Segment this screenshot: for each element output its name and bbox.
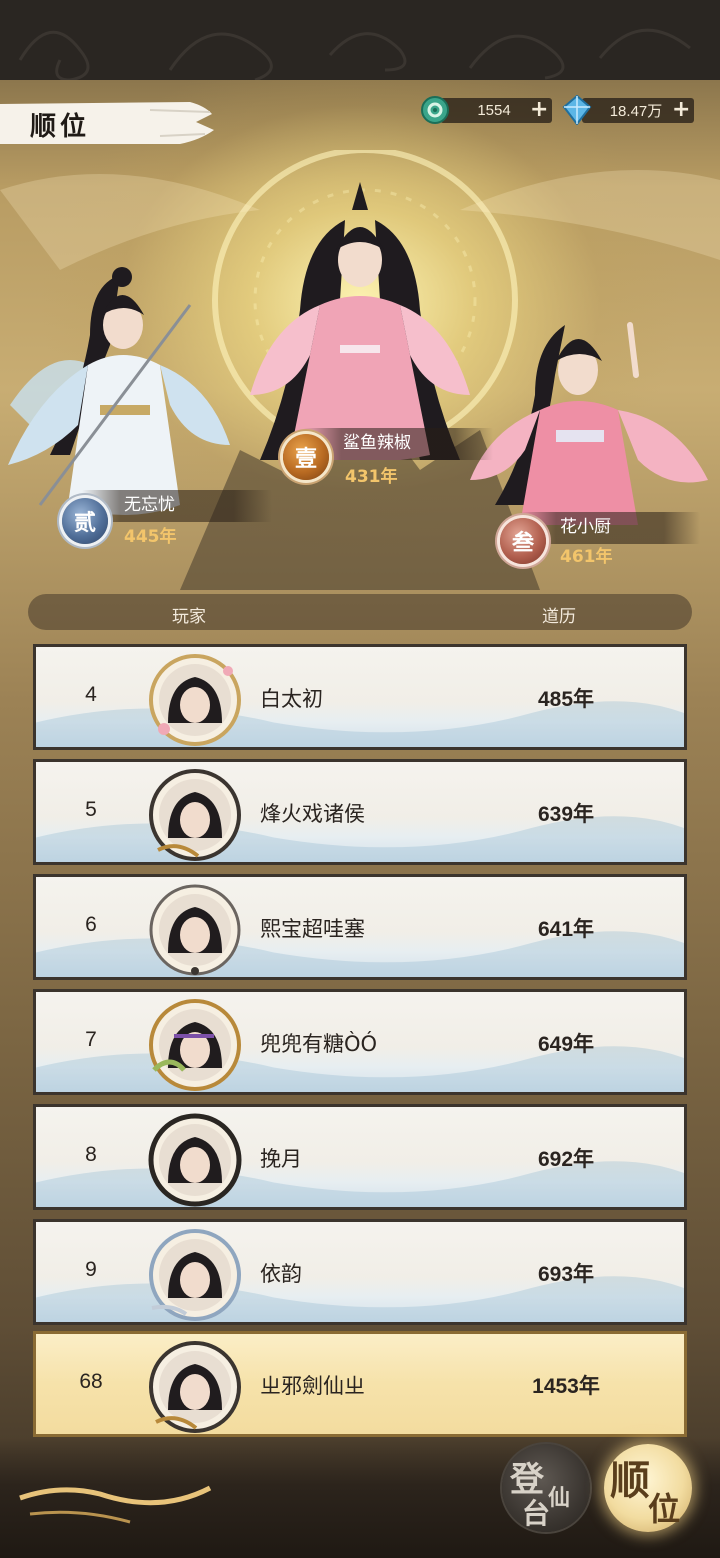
- currency-crystal: 18.47万 +: [562, 95, 694, 125]
- currency-jade: 1554 +: [420, 95, 552, 125]
- second-place-name: 无忘忧: [124, 495, 175, 515]
- top-band: [0, 0, 720, 80]
- player-avatar[interactable]: [148, 1228, 242, 1322]
- add-crystal-button[interactable]: +: [672, 99, 690, 121]
- row-years: 649年: [537, 1033, 595, 1056]
- player-avatar[interactable]: [148, 1340, 242, 1434]
- row-rank: 9: [85, 1258, 97, 1281]
- rank-label-1: 顺: [610, 1457, 650, 1504]
- table-row[interactable]: 7 兜兜有糖ÒÓ 649年: [33, 989, 687, 1095]
- row-player-name: 依韵: [260, 1262, 302, 1286]
- row-rank: 4: [85, 683, 97, 706]
- ranking-screen: 顺位 1554 + 18.47万 + 壹 鲨鱼辣椒 431年 贰 无忘忧 445…: [0, 0, 720, 1558]
- first-place-years: 431年: [345, 467, 398, 487]
- row-player-name: 白太初: [260, 687, 323, 711]
- my-years: 1453年: [532, 1375, 600, 1398]
- rank-label-2: 位: [648, 1490, 681, 1528]
- podium-first[interactable]: 壹 鲨鱼辣椒 431年: [283, 428, 493, 487]
- jade-coin-icon: [421, 96, 449, 124]
- column-years-label: 道历: [542, 607, 576, 627]
- player-avatar[interactable]: [148, 768, 242, 862]
- player-avatar[interactable]: [148, 998, 242, 1092]
- row-player-name: 挽月: [260, 1147, 302, 1171]
- add-jade-button[interactable]: +: [530, 99, 548, 121]
- my-ranking-row[interactable]: 68 ㄓ邪劍仙ㄓ 1453年: [33, 1331, 687, 1437]
- second-place-years: 445年: [124, 527, 177, 547]
- ascend-label-2: 仙: [548, 1485, 571, 1511]
- table-row[interactable]: 5 烽火戏诸侯 639年: [33, 759, 687, 865]
- first-place-character[interactable]: [240, 180, 480, 460]
- spirit-crystal-icon: [562, 95, 592, 125]
- third-place-medal: 叁: [500, 518, 546, 564]
- first-place-medal: 壹: [283, 434, 329, 480]
- row-player-name: 兜兜有糖ÒÓ: [260, 1032, 378, 1056]
- ranking-column-header: 玩家 道历: [28, 594, 692, 630]
- podium-second[interactable]: 贰 无忘忧 445年: [62, 490, 272, 547]
- third-place-name: 花小厨: [560, 517, 611, 537]
- row-player-name: 烽火戏诸侯: [260, 802, 365, 826]
- ascend-label-3: 台: [522, 1497, 551, 1530]
- column-player-label: 玩家: [172, 607, 206, 627]
- player-avatar[interactable]: [148, 653, 242, 747]
- third-place-years: 461年: [560, 547, 613, 567]
- ascend-platform-button[interactable]: 登 仙 台: [502, 1444, 590, 1532]
- table-row[interactable]: 4 白太初 485年: [33, 644, 687, 750]
- first-place-name: 鲨鱼辣椒: [343, 433, 411, 453]
- table-row[interactable]: 6 熙宝超哇塞 641年: [33, 874, 687, 980]
- row-rank: 5: [85, 798, 97, 821]
- my-rank: 68: [79, 1370, 103, 1393]
- row-rank: 8: [85, 1143, 97, 1166]
- second-place-character[interactable]: [0, 255, 260, 525]
- third-place-character[interactable]: [460, 295, 720, 525]
- row-rank: 7: [85, 1028, 97, 1051]
- jade-count: 1554: [477, 101, 511, 119]
- player-avatar[interactable]: [148, 883, 242, 977]
- row-years: 692年: [537, 1148, 595, 1171]
- podium-third[interactable]: 叁 花小厨 461年: [500, 512, 700, 567]
- row-years: 485年: [537, 688, 595, 711]
- ranking-tab-button[interactable]: 顺 位: [604, 1444, 692, 1532]
- page-title: 顺位: [30, 112, 91, 142]
- my-player-name: ㄓ邪劍仙ㄓ: [260, 1374, 365, 1398]
- row-years: 641年: [537, 918, 595, 941]
- row-years: 639年: [537, 803, 595, 826]
- table-row[interactable]: 8 挽月 692年: [33, 1104, 687, 1210]
- row-rank: 6: [85, 913, 97, 936]
- table-row[interactable]: 9 依韵 693年: [33, 1219, 687, 1325]
- row-player-name: 熙宝超哇塞: [260, 917, 365, 941]
- page-header: 顺位: [0, 100, 215, 146]
- player-avatar[interactable]: [148, 1113, 242, 1207]
- second-place-medal: 贰: [62, 498, 108, 544]
- crystal-count: 18.47万: [609, 102, 663, 120]
- row-years: 693年: [537, 1263, 595, 1286]
